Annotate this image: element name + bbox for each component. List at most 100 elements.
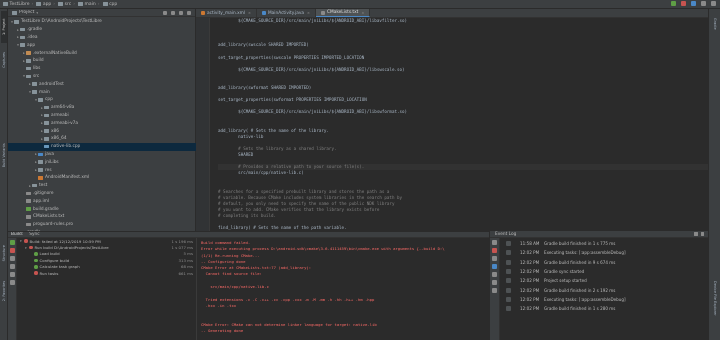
folder-icon <box>38 160 43 165</box>
event-entry[interactable]: 12:02 PM Executing tasks: [:app:assembleD… <box>500 248 709 257</box>
build-tool-icon[interactable] <box>9 240 15 245</box>
tree-node[interactable]: ▸ jniLibs <box>8 158 196 166</box>
breadcrumb-item[interactable]: TestLibre › <box>3 2 33 7</box>
breadcrumb-item[interactable]: app › <box>36 2 55 7</box>
build-tool-icon[interactable] <box>9 272 15 277</box>
tree-node[interactable]: ▾ cpp <box>8 96 196 104</box>
event-log-tool-icon[interactable] <box>492 248 497 253</box>
gear-icon[interactable] <box>694 232 698 236</box>
toolbar-icon[interactable] <box>691 1 696 6</box>
tree-node-label: CMakeLists.txt <box>33 214 65 220</box>
toolbar-icon[interactable] <box>681 1 686 6</box>
event-log-tool-icon[interactable] <box>492 264 497 269</box>
tree-node[interactable]: ▸ armeabi-v7a <box>8 119 196 127</box>
close-icon[interactable]: × <box>307 11 310 15</box>
editor-tab[interactable]: CMakeLists.txt × <box>315 9 371 17</box>
event-log-tool-icon[interactable] <box>492 280 497 285</box>
toolbar-icon[interactable] <box>701 1 706 6</box>
tree-node[interactable]: proguard-rules.pro <box>8 221 196 229</box>
editor-tab-bar: activity_main.xml × MainActivity.java × CMak… <box>196 9 708 18</box>
build-tool-icon[interactable] <box>9 256 15 261</box>
tree-node[interactable]: ▸ res <box>8 166 196 174</box>
tool-window-tab[interactable]: Device File Explorer <box>712 269 718 327</box>
tree-node[interactable]: ▸ armeabi <box>8 112 196 120</box>
tree-node[interactable]: ▸ .externalNativeBuild <box>8 49 196 57</box>
project-view-selector[interactable]: Project ▾ <box>12 10 38 15</box>
tree-node[interactable]: ▸ x86 <box>8 127 196 135</box>
folder-icon <box>36 2 42 6</box>
event-log-tool-icon[interactable] <box>492 240 497 245</box>
tool-window-tab[interactable]: Build Variants <box>1 134 7 176</box>
tree-node-label: build.gradle <box>33 206 59 212</box>
globe-icon[interactable] <box>163 10 167 15</box>
close-icon[interactable]: × <box>248 11 251 15</box>
build-tool-icon[interactable] <box>9 248 15 253</box>
event-entry[interactable]: 11:58 AM Gradle build finished in 1 s 775… <box>500 239 709 248</box>
collapse-icon[interactable] <box>171 10 175 15</box>
breadcrumb-label: src <box>64 1 72 7</box>
editor-tab[interactable]: MainActivity.java × <box>257 9 316 17</box>
breadcrumb-item[interactable]: main › <box>78 2 100 7</box>
tree-node-label: java <box>45 151 55 157</box>
tool-window-tab[interactable]: 2: Favorites <box>1 272 7 309</box>
project-panel: Project ▾ ▾ TestLibre D:\AndroidProjects\… <box>8 9 196 231</box>
right-tool-gutter: Gradle Device File Explorer <box>708 9 720 340</box>
event-log-tool-icon[interactable] <box>492 272 497 277</box>
event-entry[interactable]: 12:02 PM Gradle build finished in 9 s 674… <box>500 258 709 267</box>
tree-node[interactable]: .gitignore <box>8 190 196 198</box>
event-entry[interactable]: 12:02 PM Gradle sync started <box>500 267 709 276</box>
tree-node[interactable]: ▸ .idea <box>8 34 196 42</box>
breadcrumb-label: app <box>42 1 52 7</box>
tree-node-label: TestLibre D:\AndroidProjects\TestLibre <box>21 19 102 25</box>
build-tool-icon[interactable] <box>9 264 15 269</box>
event-log-tool-icon[interactable] <box>492 288 497 293</box>
tool-window-tab[interactable]: Structure <box>1 239 7 268</box>
event-entry[interactable]: 12:02 PM Project setup started <box>500 276 709 285</box>
tree-node[interactable]: AndroidManifest.xml <box>8 174 196 182</box>
tree-node[interactable]: ▾ TestLibre D:\AndroidProjects\TestLibre <box>8 18 196 26</box>
hide-icon[interactable] <box>700 232 704 236</box>
breadcrumb-item[interactable]: cpp <box>102 2 117 7</box>
hide-icon[interactable] <box>187 10 191 15</box>
tree-node[interactable]: ▾ src <box>8 73 196 81</box>
event-entry[interactable]: 12:02 PM Gradle build finished in 1 s 280… <box>500 304 709 313</box>
event-log-tool-icon[interactable] <box>492 256 497 261</box>
gear-icon[interactable] <box>179 10 183 15</box>
file-icon <box>201 11 205 15</box>
tree-node[interactable]: app.iml <box>8 197 196 205</box>
folder-icon <box>26 59 31 63</box>
code-view[interactable]: ${CMAKE_SOURCE_DIR}/src/main/jniLibs/${A… <box>218 18 708 231</box>
event-entry[interactable]: 12:02 PM Executing tasks: [:app:assembleD… <box>500 295 709 304</box>
tool-window-tab[interactable]: Gradle <box>712 13 718 35</box>
folder-icon <box>32 82 37 87</box>
tree-node[interactable]: ▸ x86_64 <box>8 135 196 143</box>
tree-node[interactable]: ▸ .gradle <box>8 26 196 34</box>
tree-node[interactable]: native-lib.cpp <box>8 142 196 151</box>
tree-node[interactable]: ▸ androidTest <box>8 80 196 88</box>
left-tool-gutter: 1: Project Captures Build Variants Structur… <box>0 9 8 340</box>
toolbar-icon[interactable] <box>711 1 716 6</box>
editor-tab[interactable]: activity_main.xml × <box>196 9 257 17</box>
tree-node[interactable]: build.gradle <box>8 205 196 213</box>
build-tree-node[interactable]: Run tasks 661 ms <box>17 270 196 276</box>
close-icon[interactable]: × <box>361 11 364 15</box>
editor-tab-label: CMakeLists.txt <box>326 10 359 15</box>
tree-node[interactable]: ▸ java <box>8 151 196 159</box>
build-output[interactable]: Build command failed. Error while executi… <box>197 238 489 340</box>
tree-node[interactable]: CMakeLists.txt <box>8 213 196 221</box>
tree-node[interactable]: ▸ build <box>8 57 196 65</box>
event-entry[interactable]: 12:02 PM Gradle build finished in 2 s 192… <box>500 285 709 294</box>
tree-node[interactable]: ▸ arm64-v8a <box>8 104 196 112</box>
build-tab[interactable]: Build: <box>11 232 23 237</box>
tree-node-label: libs <box>33 66 41 72</box>
tool-window-tab[interactable]: Captures <box>1 47 7 74</box>
build-tab[interactable]: Sync <box>29 232 39 237</box>
toolbar-icon[interactable] <box>671 1 676 6</box>
build-tool-icon[interactable] <box>9 280 15 285</box>
tree-node[interactable]: ▸ test <box>8 182 196 190</box>
tool-window-tab[interactable]: 1: Project <box>1 11 7 43</box>
tree-node[interactable]: ▾ app <box>8 41 196 49</box>
tree-node[interactable]: libs <box>8 65 196 73</box>
tree-node[interactable]: ▾ main <box>8 88 196 96</box>
breadcrumb-item[interactable]: src › <box>58 2 75 7</box>
